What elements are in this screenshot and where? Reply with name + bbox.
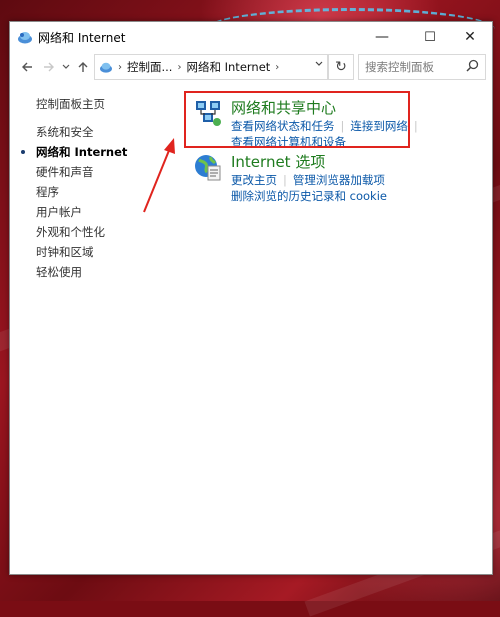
forward-arrow-icon: [44, 62, 54, 72]
recent-locations-button[interactable]: [60, 56, 72, 78]
breadcrumb-network[interactable]: 网络和 Internet: [186, 59, 270, 75]
link-divider: |: [413, 119, 418, 133]
breadcrumb-separator: ›: [275, 61, 280, 73]
back-button[interactable]: [16, 56, 38, 78]
network-globe-icon: [100, 62, 112, 73]
close-button[interactable]: ✕: [448, 22, 492, 52]
refresh-icon: ↻: [335, 59, 347, 75]
up-arrow-icon: [78, 62, 88, 72]
annotation-arrow: [143, 138, 175, 213]
sidebar-item-user-accounts[interactable]: 用户帐户: [36, 202, 127, 222]
sidebar-item-ease-of-access[interactable]: 轻松使用: [36, 262, 127, 282]
search-input[interactable]: 搜索控制面板: [358, 54, 486, 80]
breadcrumb-control-panel[interactable]: 控制面...: [127, 59, 172, 75]
sidebar-item-clock-region[interactable]: 时钟和区域: [36, 242, 127, 262]
breadcrumb-separator: ›: [118, 61, 122, 73]
address-toolbar: › 控制面... › 网络和 Internet › ↻ 搜索控制面板: [10, 52, 492, 82]
chevron-down-icon: [62, 64, 70, 69]
refresh-button[interactable]: ↻: [328, 54, 354, 80]
link-delete-history[interactable]: 删除浏览的历史记录和 cookie: [231, 189, 387, 203]
address-dropdown-button[interactable]: [315, 59, 323, 70]
chevron-down-icon: [315, 61, 323, 66]
link-divider: |: [283, 173, 287, 187]
sidebar-item-appearance[interactable]: 外观和个性化: [36, 222, 127, 242]
sidebar-item-hardware-sound[interactable]: 硬件和声音: [36, 162, 127, 182]
address-bar[interactable]: › 控制面... › 网络和 Internet ›: [94, 54, 328, 80]
category-title-internet-options[interactable]: Internet 选项: [231, 152, 387, 172]
minimize-button[interactable]: —: [360, 22, 404, 52]
sidebar: 控制面板主页 系统和安全 网络和 Internet 硬件和声音 程序 用户帐户 …: [20, 94, 127, 282]
back-arrow-icon: [22, 62, 32, 72]
search-icon: [466, 59, 479, 72]
breadcrumb-separator: ›: [177, 61, 182, 73]
category-internet-options: Internet 选项 更改主页 | 管理浏览器加载项 删除浏览的历史记录和 coo…: [193, 152, 387, 204]
highlight-box: [184, 91, 410, 148]
internet-options-icon: [195, 155, 221, 181]
sidebar-item-system-security[interactable]: 系统和安全: [36, 122, 127, 142]
network-globe-icon: [18, 32, 32, 44]
title-bar: 网络和 Internet — ☐ ✕: [10, 22, 492, 52]
sidebar-item-home[interactable]: 控制面板主页: [36, 94, 127, 114]
sidebar-item-programs[interactable]: 程序: [36, 182, 127, 202]
link-manage-addons[interactable]: 管理浏览器加载项: [293, 173, 385, 187]
maximize-button[interactable]: ☐: [408, 22, 452, 52]
up-button[interactable]: [72, 56, 94, 78]
search-placeholder: 搜索控制面板: [365, 60, 434, 74]
forward-button[interactable]: [38, 56, 60, 78]
window-title: 网络和 Internet: [38, 30, 126, 45]
sidebar-item-network-internet[interactable]: 网络和 Internet: [20, 142, 127, 162]
link-change-homepage[interactable]: 更改主页: [231, 173, 277, 187]
